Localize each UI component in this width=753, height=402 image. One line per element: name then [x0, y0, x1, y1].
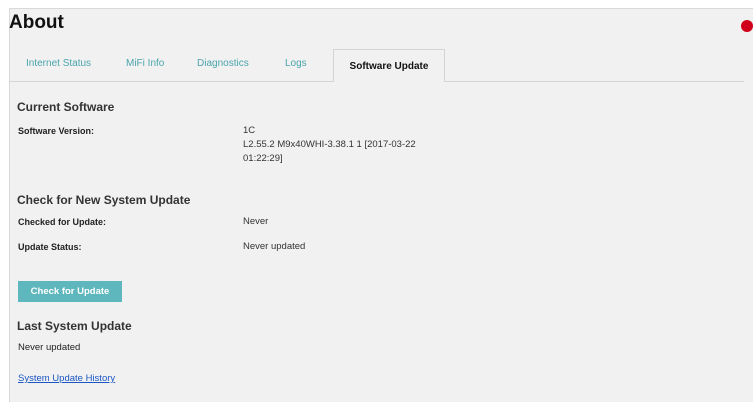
software-version-label: Software Version: [18, 126, 95, 136]
tab-internet-status[interactable]: Internet Status [26, 58, 91, 69]
software-version-line: L2.55.2 M9x40WHI-3.38.1 1 [2017-03-22 [243, 139, 416, 150]
current-software-heading: Current Software [17, 100, 115, 114]
software-version-value: 1C L2.55.2 M9x40WHI-3.38.1 1 [2017-03-22… [243, 124, 416, 166]
system-update-history-link[interactable]: System Update History [18, 373, 115, 384]
tab-software-update[interactable]: Software Update [333, 49, 445, 82]
checked-for-update-label: Checked for Update: [18, 217, 107, 227]
last-update-value: Never updated [18, 342, 81, 353]
page-title: About [9, 12, 64, 33]
tab-mifi-info[interactable]: MiFi Info [126, 58, 164, 69]
software-version-line: 1C [243, 125, 256, 136]
check-update-heading: Check for New System Update [17, 193, 191, 207]
check-for-update-button[interactable]: Check for Update [18, 281, 122, 302]
tab-bar: Internet Status MiFi Info Diagnostics Lo… [9, 49, 744, 82]
update-status-label: Update Status: [18, 242, 82, 252]
software-version-line: 01:22:29] [243, 153, 283, 164]
tab-diagnostics[interactable]: Diagnostics [197, 58, 249, 69]
checked-for-update-value: Never [243, 216, 269, 227]
tab-logs[interactable]: Logs [285, 58, 307, 69]
notification-badge[interactable] [741, 20, 753, 32]
last-update-heading: Last System Update [17, 319, 132, 333]
update-status-value: Never updated [243, 241, 306, 252]
